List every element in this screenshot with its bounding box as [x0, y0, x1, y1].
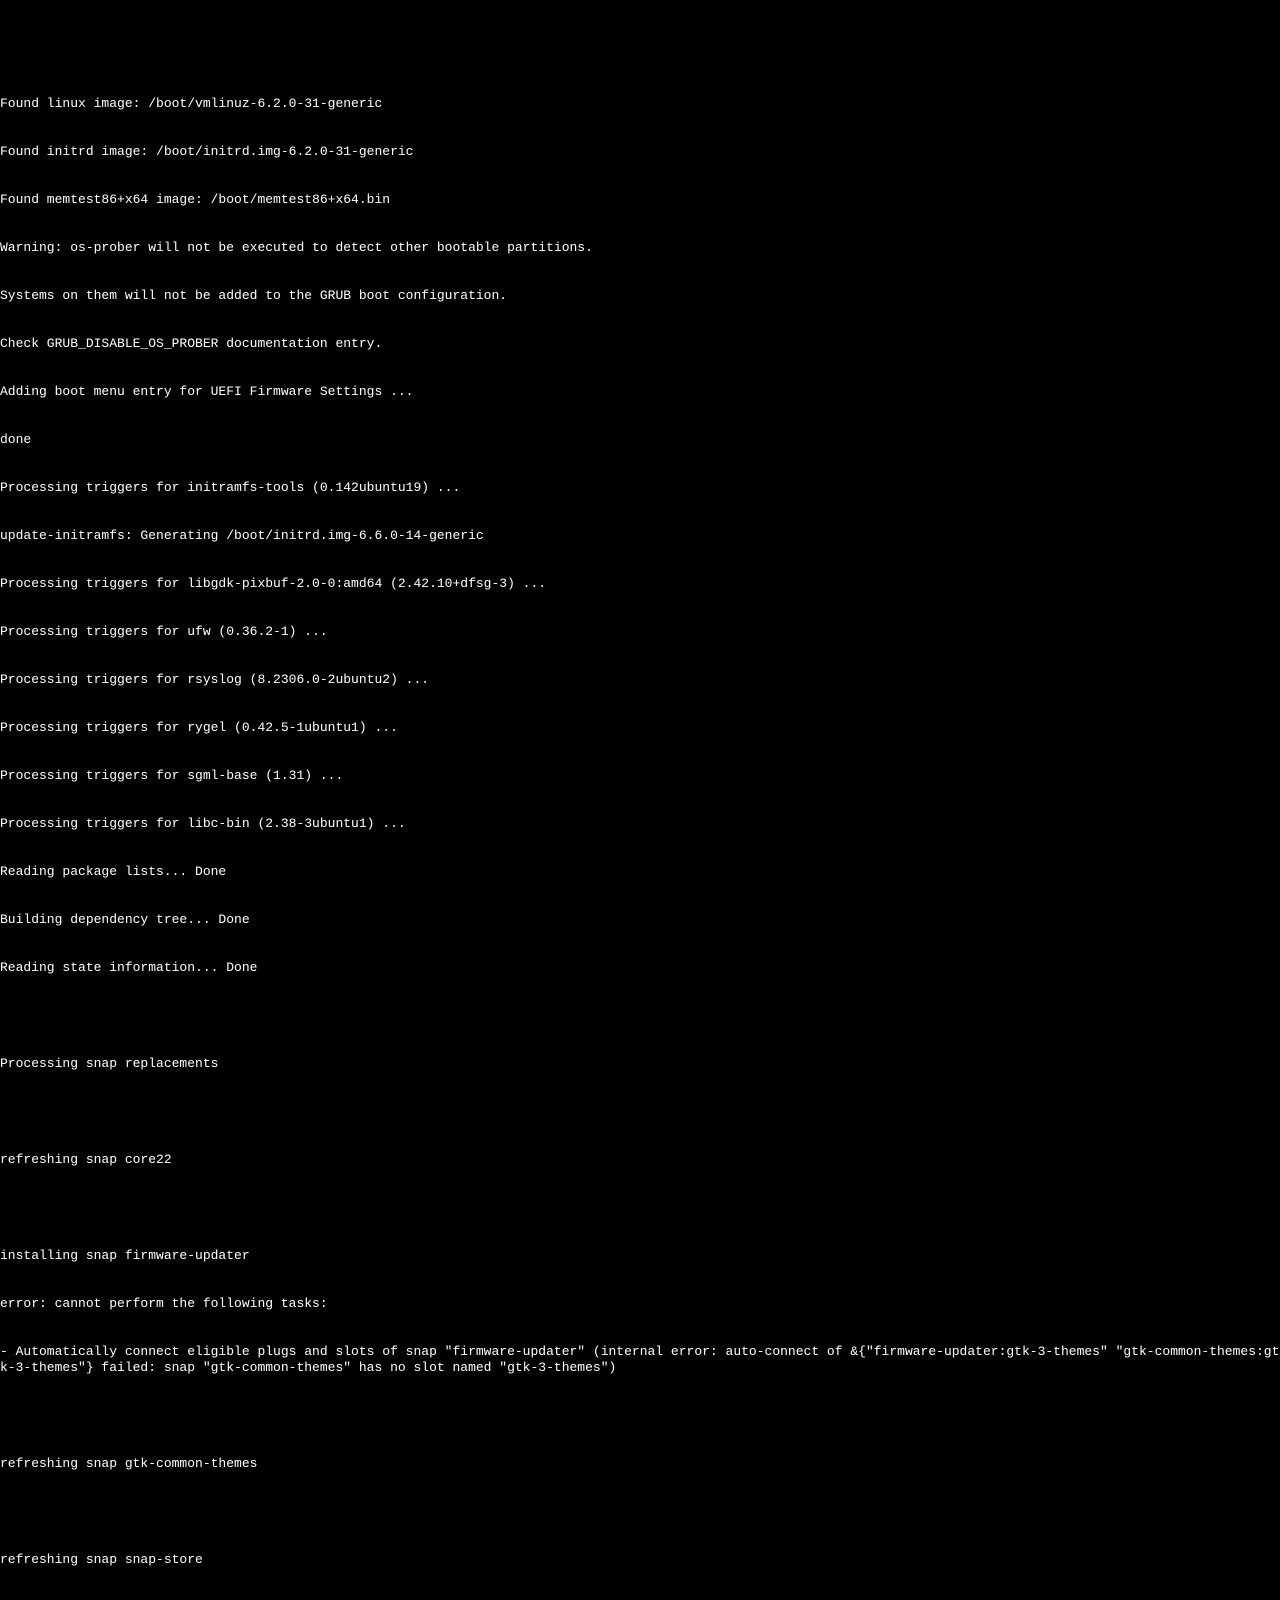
terminal-line: - Automatically connect eligible plugs a…	[0, 1344, 1280, 1376]
terminal-line	[0, 1200, 1280, 1216]
terminal-line: installing snap firmware-updater	[0, 1248, 1280, 1264]
terminal-line: refreshing snap core22	[0, 1152, 1280, 1168]
terminal-line: Processing triggers for initramfs-tools …	[0, 480, 1280, 496]
terminal-line	[0, 1104, 1280, 1120]
terminal-output[interactable]: Found linux image: /boot/vmlinuz-6.2.0-3…	[0, 64, 1280, 864]
terminal-line: error: cannot perform the following task…	[0, 1296, 1280, 1312]
terminal-line: Adding boot menu entry for UEFI Firmware…	[0, 384, 1280, 400]
terminal-line	[0, 1008, 1280, 1024]
terminal-line: Check GRUB_DISABLE_OS_PROBER documentati…	[0, 336, 1280, 352]
terminal-line: Processing triggers for libc-bin (2.38-3…	[0, 816, 1280, 832]
terminal-line: Processing triggers for rygel (0.42.5-1u…	[0, 720, 1280, 736]
terminal-line: Processing triggers for rsyslog (8.2306.…	[0, 672, 1280, 688]
terminal-line: Warning: os-prober will not be executed …	[0, 240, 1280, 256]
terminal-line: done	[0, 432, 1280, 448]
terminal-line: Reading state information... Done	[0, 960, 1280, 976]
terminal-line: Processing triggers for sgml-base (1.31)…	[0, 768, 1280, 784]
terminal-line: update-initramfs: Generating /boot/initr…	[0, 528, 1280, 544]
terminal-line: Building dependency tree... Done	[0, 912, 1280, 928]
terminal-line: Reading package lists... Done	[0, 864, 1280, 880]
terminal-line: Found memtest86+x64 image: /boot/memtest…	[0, 192, 1280, 208]
terminal-line: Found initrd image: /boot/initrd.img-6.2…	[0, 144, 1280, 160]
terminal-line: refreshing snap gtk-common-themes	[0, 1456, 1280, 1472]
terminal-line	[0, 1504, 1280, 1520]
terminal-line: Systems on them will not be added to the…	[0, 288, 1280, 304]
terminal-line: Processing triggers for libgdk-pixbuf-2.…	[0, 576, 1280, 592]
terminal-line	[0, 1408, 1280, 1424]
terminal-line: Processing triggers for ufw (0.36.2-1) .…	[0, 624, 1280, 640]
terminal-line: Found linux image: /boot/vmlinuz-6.2.0-3…	[0, 96, 1280, 112]
terminal-line: refreshing snap snap-store	[0, 1552, 1280, 1568]
terminal-line: Processing snap replacements	[0, 1056, 1280, 1072]
